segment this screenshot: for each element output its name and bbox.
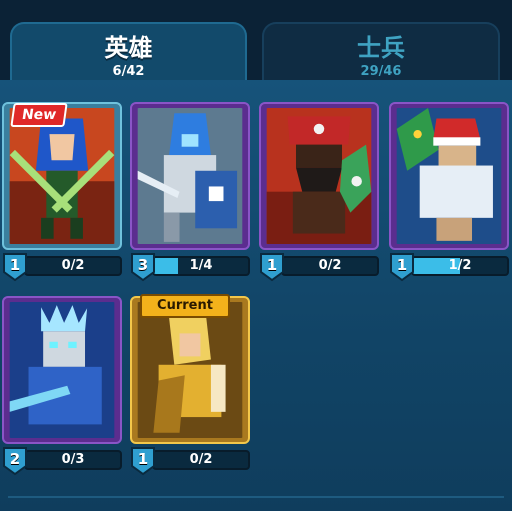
- dual-sword-ninja-hero-portrait: [8, 108, 116, 244]
- hero-level-bar: 0/2 1: [259, 252, 379, 282]
- card-level: 3: [137, 256, 149, 274]
- card-frame: [389, 102, 509, 250]
- card-frame: [259, 102, 379, 250]
- current-badge: Current: [140, 294, 230, 318]
- card-progress: 0/3: [24, 450, 122, 470]
- card-progress-text: 1/2: [448, 258, 472, 273]
- hero-card-santa-brawler[interactable]: 1/2 1: [389, 102, 509, 282]
- card-progress-text: 0/2: [318, 258, 342, 273]
- card-level: 1: [137, 450, 149, 468]
- card-progress-text: 0/2: [189, 452, 213, 467]
- hero-level-bar: 1/4 3: [130, 252, 250, 282]
- card-progress: 1/2: [411, 256, 509, 276]
- hero-card-armored-knight[interactable]: 1/4 3: [130, 102, 250, 282]
- card-level: 1: [266, 256, 278, 274]
- tab-heroes-count: 6/42: [112, 64, 145, 79]
- hero-card-golden-paladin[interactable]: Current 0/2 1: [130, 294, 250, 476]
- section-divider: [8, 496, 504, 498]
- card-progress-text: 0/3: [61, 452, 85, 467]
- ice-king-hero-portrait: [8, 302, 116, 438]
- card-progress: 0/2: [24, 256, 122, 276]
- hero-card-pirate[interactable]: 0/2 1: [259, 102, 379, 282]
- card-frame: [2, 296, 122, 444]
- card-level: 1: [9, 256, 21, 274]
- card-progress-text: 1/4: [189, 258, 213, 273]
- hero-level-bar: 0/2 1: [130, 446, 250, 476]
- armored-blue-knight-hero-portrait: [136, 108, 244, 244]
- card-frame: [130, 102, 250, 250]
- level-shield-icon: 1: [130, 446, 156, 476]
- card-progress-text: 0/2: [61, 258, 85, 273]
- level-shield-icon: 1: [2, 252, 28, 282]
- hero-level-bar: 0/2 1: [2, 252, 122, 282]
- hero-card-dual-sword-ninja[interactable]: New 0/2 1: [2, 102, 122, 282]
- card-progress: 1/4: [152, 256, 250, 276]
- tab-soldiers-title: 士兵: [357, 34, 405, 62]
- hero-level-bar: 0/3 2: [2, 446, 122, 476]
- tab-soldiers-count: 29/46: [360, 64, 402, 79]
- new-badge: New: [10, 103, 68, 127]
- hero-level-bar: 1/2 1: [389, 252, 509, 282]
- card-level: 1: [396, 256, 408, 274]
- card-progress: 0/2: [281, 256, 379, 276]
- pirate-with-bottle-hero-portrait: [265, 108, 373, 244]
- top-tab-bar: 英雄 6/42 士兵 29/46: [0, 0, 512, 80]
- santa-hat-brawler-hero-portrait: [395, 108, 503, 244]
- tab-heroes-title: 英雄: [104, 34, 153, 62]
- level-shield-icon: 1: [389, 252, 415, 282]
- card-level: 2: [9, 450, 21, 468]
- card-frame: [130, 296, 250, 444]
- level-shield-icon: 3: [130, 252, 156, 282]
- level-shield-icon: 1: [259, 252, 285, 282]
- tab-heroes[interactable]: 英雄 6/42: [10, 22, 247, 80]
- hero-card-ice-king[interactable]: 0/3 2: [2, 296, 122, 476]
- level-shield-icon: 2: [2, 446, 28, 476]
- card-progress: 0/2: [152, 450, 250, 470]
- tab-soldiers[interactable]: 士兵 29/46: [262, 22, 500, 80]
- golden-paladin-hero-portrait: [136, 302, 244, 438]
